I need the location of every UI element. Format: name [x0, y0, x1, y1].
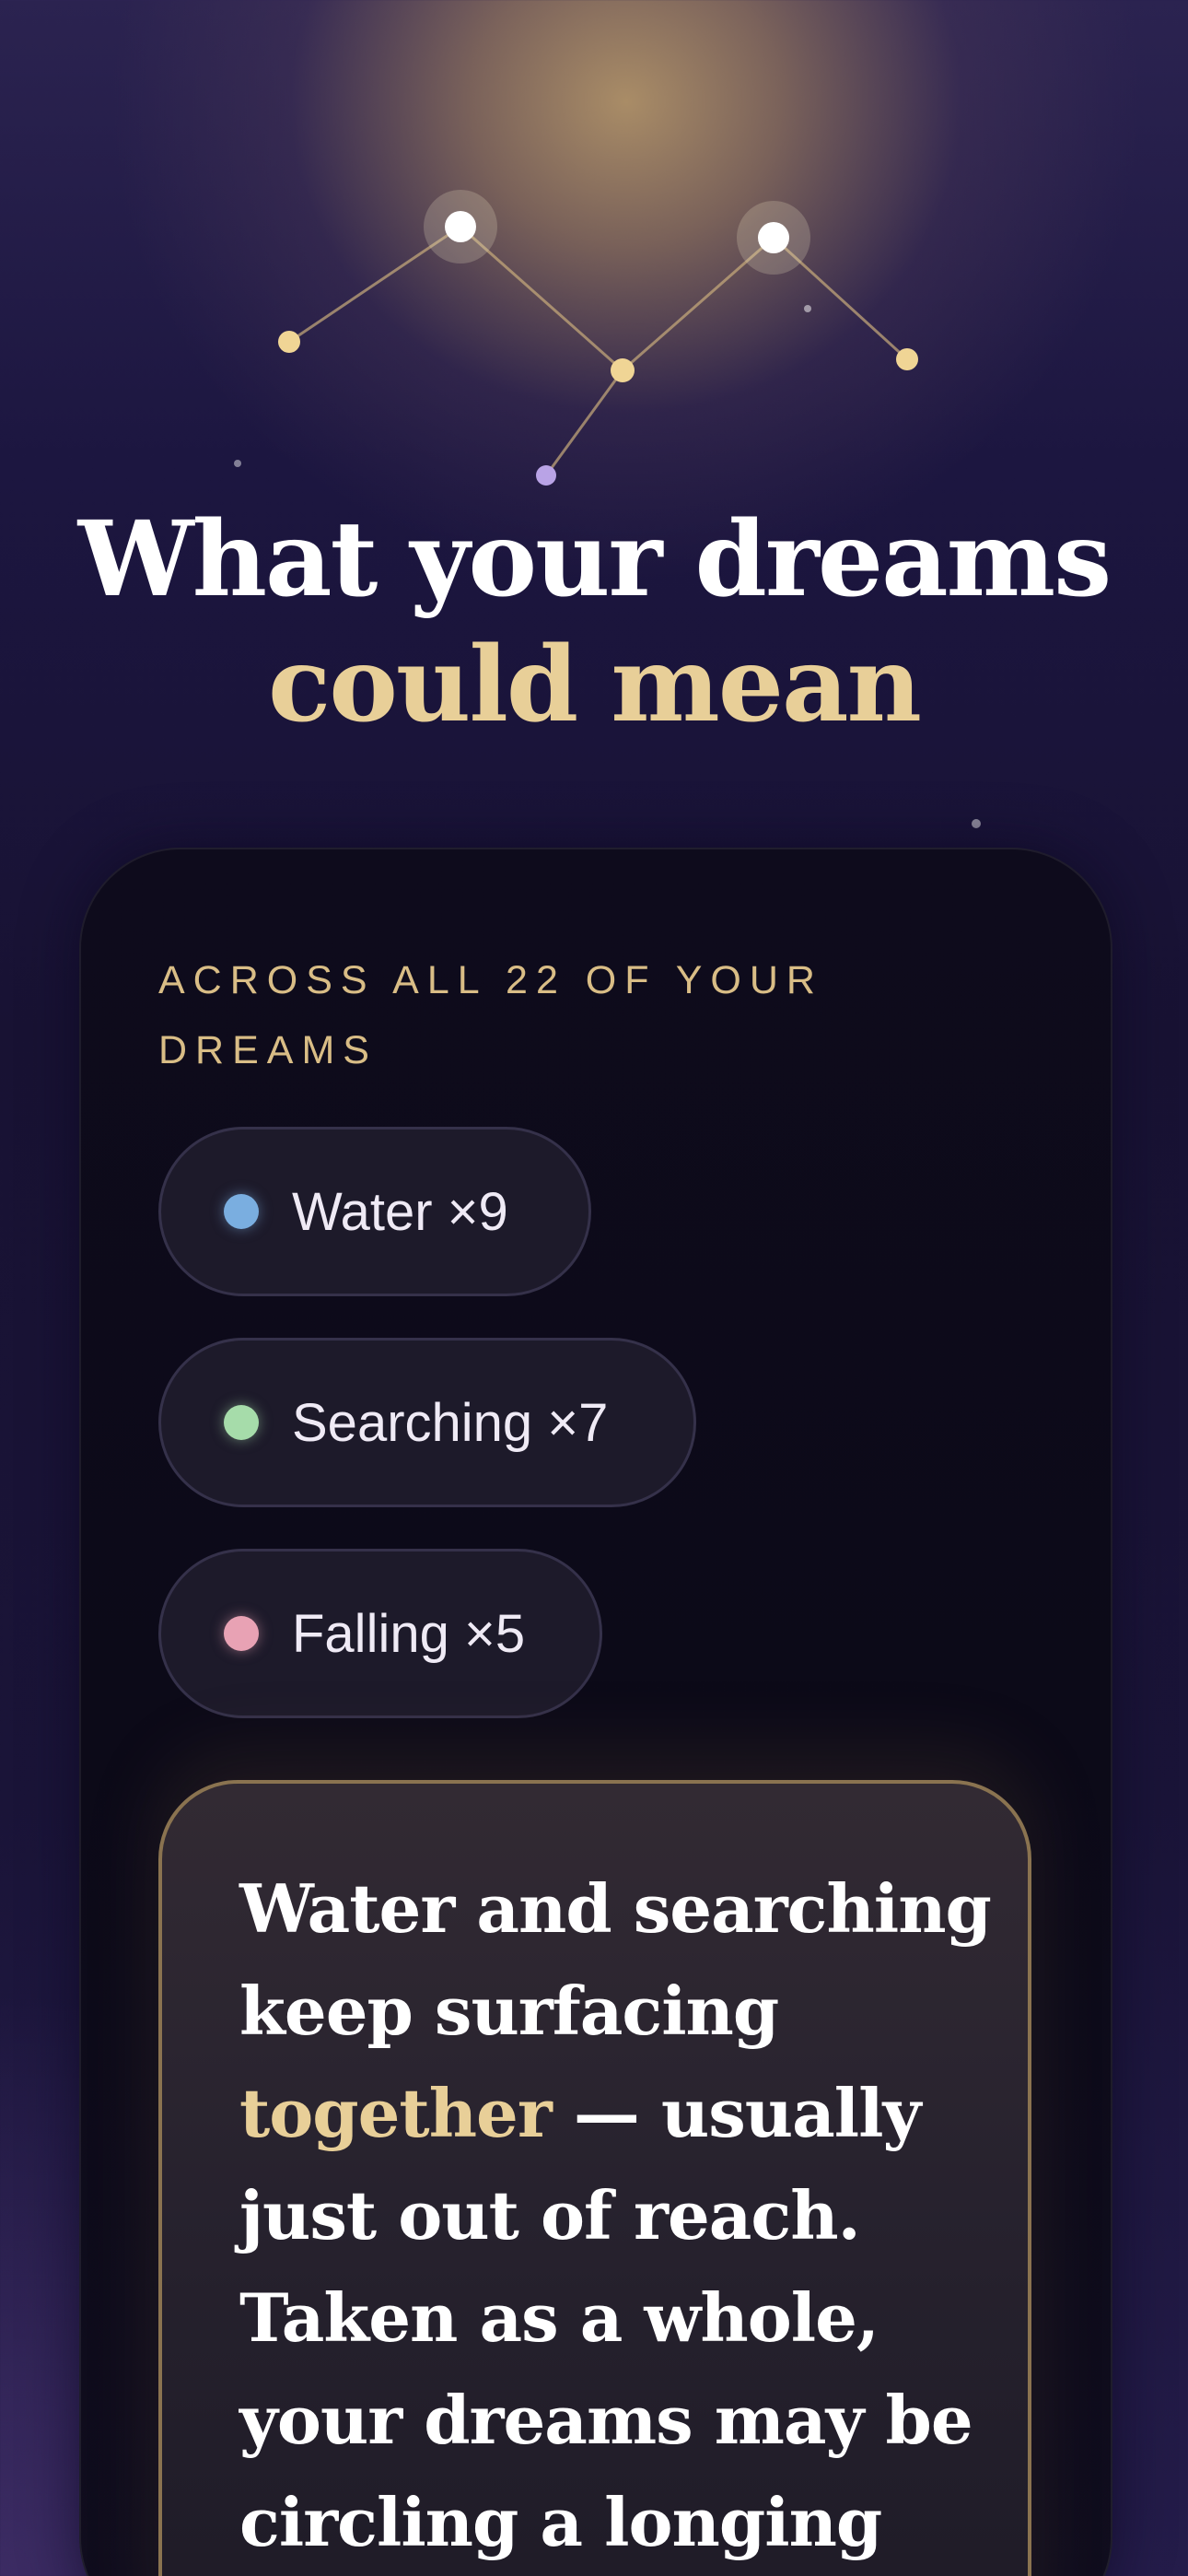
insight-text: Water and searching keep surfacing toget…	[239, 1857, 995, 2576]
theme-chip-label: Searching ×7	[292, 1392, 609, 1453]
headline-line-2: could mean	[268, 625, 922, 745]
twinkle	[804, 305, 811, 312]
insight-text-part1: Water and searching keep surfacing	[239, 1869, 992, 2050]
dream-summary-card: Across all 22 of your dreams Water ×9 Se…	[79, 848, 1112, 2576]
star-bright	[758, 222, 789, 253]
theme-dot-icon	[224, 1194, 259, 1229]
theme-chip-label: Falling ×5	[292, 1603, 526, 1664]
star-bright	[445, 211, 476, 242]
insight-highlight: together	[239, 2074, 553, 2152]
star	[896, 348, 918, 370]
theme-chip-falling[interactable]: Falling ×5	[158, 1549, 602, 1718]
twinkle	[234, 460, 241, 467]
theme-chip-water[interactable]: Water ×9	[158, 1127, 591, 1296]
headline-line-1: What your dreams	[77, 499, 1112, 620]
card-eyebrow: Across all 22 of your dreams	[158, 958, 823, 1072]
theme-dot-icon	[224, 1405, 259, 1440]
constellation-illustration	[234, 190, 918, 486]
theme-chip-searching[interactable]: Searching ×7	[158, 1338, 696, 1507]
star	[611, 358, 635, 382]
star	[278, 331, 300, 353]
star-violet	[536, 465, 556, 486]
page-headline: What your dreams could mean	[0, 498, 1188, 748]
insight-panel: Water and searching keep surfacing toget…	[158, 1780, 1031, 2576]
theme-dot-icon	[224, 1616, 259, 1651]
twinkle-star	[972, 819, 981, 828]
theme-chip-label: Water ×9	[292, 1181, 508, 1242]
